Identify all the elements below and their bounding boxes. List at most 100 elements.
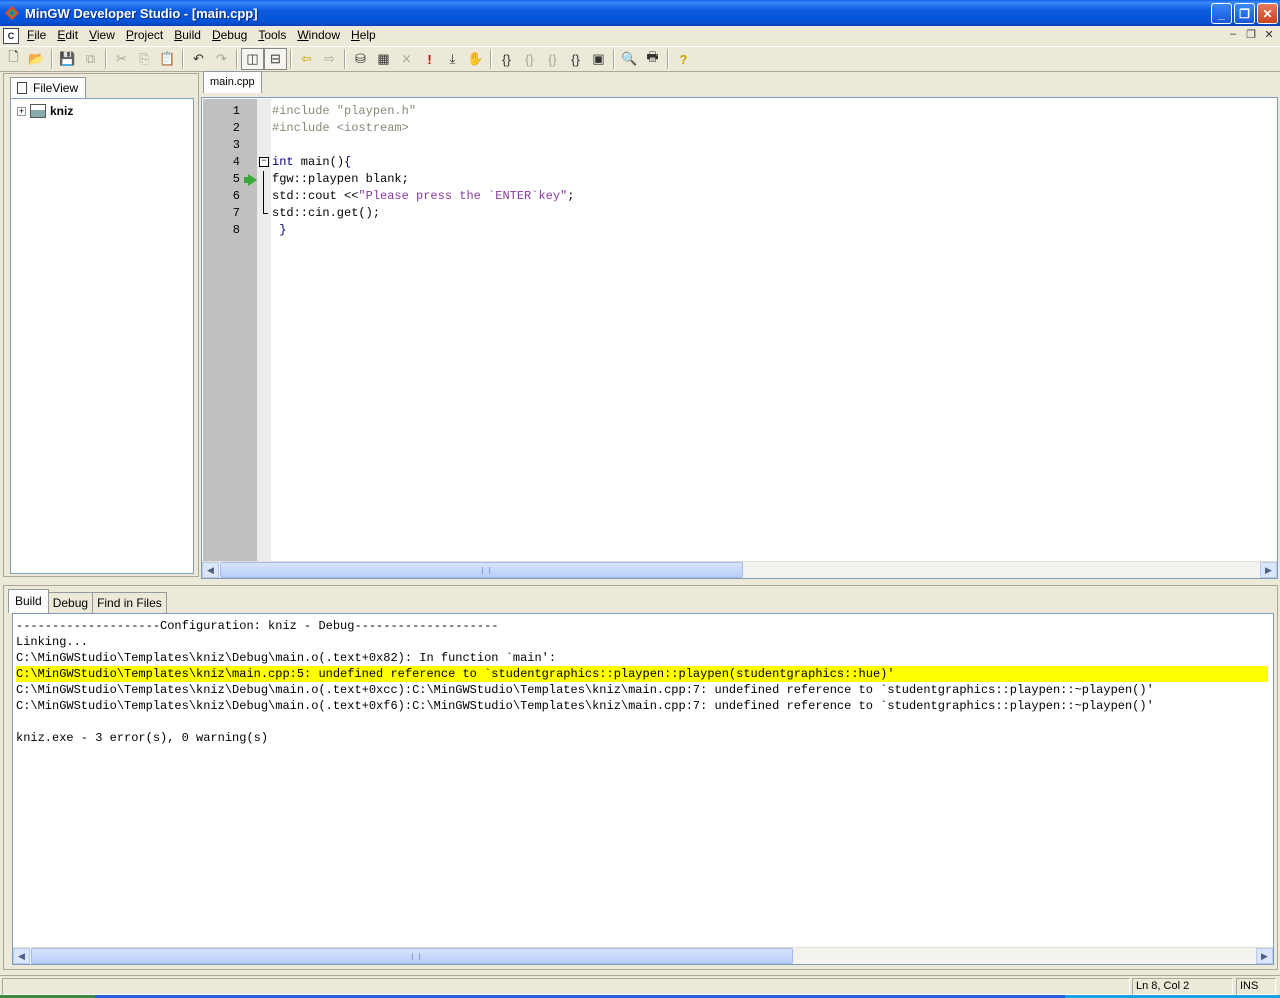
menu-debug[interactable]: Debug: [208, 26, 251, 45]
menu-window[interactable]: Window: [293, 26, 344, 45]
project-tree[interactable]: + kniz: [10, 98, 194, 574]
tree-item-project[interactable]: + kniz: [17, 104, 73, 118]
code-editor[interactable]: 1 #include "playpen.h" 2 #include <iostream…: [201, 97, 1278, 579]
code-line[interactable]: 6 std::cout <<"Please press the `ENTER`ke…: [202, 188, 1262, 205]
code-line[interactable]: 8 }: [202, 222, 1262, 239]
tab-build[interactable]: Build: [8, 589, 49, 613]
menu-view[interactable]: View: [85, 26, 119, 45]
menu-help[interactable]: Help: [347, 26, 380, 45]
tab-debug[interactable]: Debug: [47, 592, 94, 613]
save-icon[interactable]: 💾: [56, 48, 79, 70]
window-title: MinGW Developer Studio - [main.cpp]: [25, 5, 258, 21]
hand-icon[interactable]: ✋: [464, 48, 487, 70]
line-number: 2: [232, 121, 240, 135]
file-page-icon: [17, 82, 27, 94]
menu-file[interactable]: File: [23, 26, 50, 45]
save-all-icon[interactable]: ⧉: [79, 48, 102, 70]
mdi-close-icon[interactable]: ✕: [1262, 28, 1276, 41]
toolbar-separator: [613, 49, 615, 69]
line-text[interactable]: std::cin.get();: [272, 205, 380, 222]
line-text[interactable]: std::cout <<"Please press the `ENTER`key…: [272, 188, 574, 205]
code-token: std::cout <<: [272, 189, 359, 203]
output-line[interactable]: C:\MinGWStudio\Templates\kniz\Debug\main…: [16, 682, 1268, 698]
menu-project[interactable]: Project: [122, 26, 167, 45]
fold-toggle-icon[interactable]: −: [259, 157, 269, 167]
redo-icon[interactable]: ↷: [210, 48, 233, 70]
toolbar: 🗋 📂 💾 ⧉ ✂ ⎘ 📋 ↶ ↷ ◫ ⊟ ⇦ ⇨ ⛁ ▦ ⨯ ! ⤓ ✋ {}…: [0, 46, 1280, 72]
line-text[interactable]: fgw::playpen blank;: [272, 171, 409, 188]
output-line[interactable]: [16, 714, 1268, 730]
print-preview-icon[interactable]: 🔍: [618, 48, 641, 70]
project-name[interactable]: kniz: [50, 104, 73, 118]
toggle-breakpoint-icon[interactable]: {}: [564, 48, 587, 70]
tab-fileview[interactable]: FileView: [10, 77, 86, 98]
code-token: int: [272, 155, 294, 169]
code-line[interactable]: 1 #include "playpen.h": [202, 103, 1262, 120]
workspace-toggle-icon[interactable]: ◫: [241, 48, 264, 70]
line-text[interactable]: }: [272, 222, 286, 239]
mdi-restore-icon[interactable]: ❐: [1244, 28, 1258, 41]
build-icon[interactable]: ▦: [372, 48, 395, 70]
line-text[interactable]: #include "playpen.h": [272, 103, 416, 120]
expand-icon[interactable]: +: [17, 106, 26, 116]
step-into-icon[interactable]: ⤓: [441, 48, 464, 70]
undo-icon[interactable]: ↶: [187, 48, 210, 70]
minimize-button[interactable]: _: [1211, 3, 1232, 24]
scroll-left-icon[interactable]: ◀: [13, 948, 30, 964]
compile-icon[interactable]: ⛁: [349, 48, 372, 70]
scroll-thumb[interactable]: [220, 562, 743, 578]
output-line[interactable]: C:\MinGWStudio\Templates\kniz\Debug\main…: [16, 698, 1268, 714]
help-icon[interactable]: ?: [672, 48, 695, 70]
code-area[interactable]: 1 #include "playpen.h" 2 #include <iostream…: [202, 103, 1262, 239]
document-icon[interactable]: C: [3, 27, 19, 44]
menu-build[interactable]: Build: [170, 26, 205, 45]
output-toggle-icon[interactable]: ⊟: [264, 48, 287, 70]
output-pane: Build Debug Find in Files ----------------…: [3, 585, 1278, 970]
build-output[interactable]: --------------------Configuration: kniz …: [12, 613, 1274, 965]
line-text[interactable]: #include <iostream>: [272, 120, 409, 137]
scroll-thumb[interactable]: [31, 948, 793, 964]
build-output-text[interactable]: --------------------Configuration: kniz …: [16, 618, 1268, 746]
line-number: 1: [232, 104, 240, 118]
output-line[interactable]: Linking...: [16, 634, 1268, 650]
output-line[interactable]: kniz.exe - 3 error(s), 0 warning(s): [16, 730, 1268, 746]
code-token: fgw::playpen blank;: [272, 172, 409, 186]
code-line[interactable]: 4 int main(){−: [202, 154, 1262, 171]
code-line[interactable]: 3: [202, 137, 1262, 154]
menu-bar: C File Edit View Project Build Debug Tools Wind…: [0, 26, 1280, 45]
maximize-button[interactable]: ❐: [1234, 3, 1255, 24]
scroll-right-icon[interactable]: ▶: [1260, 562, 1277, 578]
forward-arrow-icon[interactable]: ⇨: [318, 48, 341, 70]
run-to-cursor-icon[interactable]: {}: [541, 48, 564, 70]
scroll-right-icon[interactable]: ▶: [1256, 948, 1273, 964]
cut-icon[interactable]: ✂: [110, 48, 133, 70]
close-button[interactable]: ✕: [1257, 3, 1278, 24]
print-icon[interactable]: 🖶: [641, 48, 664, 70]
editor-horizontal-scrollbar[interactable]: ◀ ▶: [202, 561, 1277, 578]
code-line[interactable]: 2 #include <iostream>: [202, 120, 1262, 137]
tab-main-cpp[interactable]: main.cpp: [203, 71, 262, 93]
stop-build-icon[interactable]: ⨯: [395, 48, 418, 70]
step-out-icon[interactable]: {}: [518, 48, 541, 70]
execute-icon[interactable]: !: [418, 48, 441, 70]
line-text[interactable]: int main(){: [272, 154, 351, 171]
output-line[interactable]: C:\MinGWStudio\Templates\kniz\main.cpp:5…: [16, 666, 1268, 682]
watch-icon[interactable]: ▣: [587, 48, 610, 70]
back-arrow-icon[interactable]: ⇦: [295, 48, 318, 70]
menu-edit[interactable]: Edit: [53, 26, 82, 45]
output-horizontal-scrollbar[interactable]: ◀ ▶: [13, 947, 1273, 964]
output-line[interactable]: --------------------Configuration: kniz …: [16, 618, 1268, 634]
new-file-icon[interactable]: 🗋: [2, 48, 25, 70]
code-line[interactable]: 7 std::cin.get();: [202, 205, 1262, 222]
paste-icon[interactable]: 📋: [156, 48, 179, 70]
open-file-icon[interactable]: 📂: [25, 48, 48, 70]
copy-icon[interactable]: ⎘: [133, 48, 156, 70]
tab-find-in-files[interactable]: Find in Files: [92, 592, 167, 613]
code-line[interactable]: 5 fgw::playpen blank;: [202, 171, 1262, 188]
mdi-minimize-icon[interactable]: –: [1226, 28, 1240, 41]
step-over-icon[interactable]: {}: [495, 48, 518, 70]
scroll-left-icon[interactable]: ◀: [202, 562, 219, 578]
output-line[interactable]: C:\MinGWStudio\Templates\kniz\Debug\main…: [16, 650, 1268, 666]
toolbar-separator: [182, 49, 184, 69]
menu-tools[interactable]: Tools: [254, 26, 290, 45]
